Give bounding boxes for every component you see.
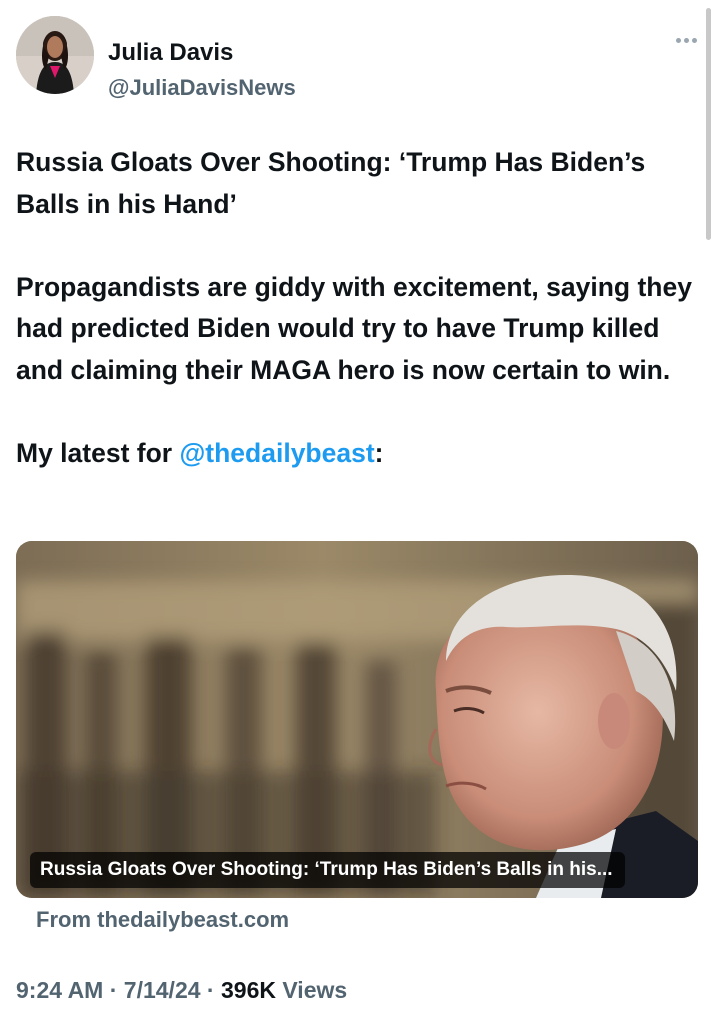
user-handle[interactable]: @JuliaDavisNews — [108, 74, 296, 102]
views-count: 396K — [221, 977, 276, 1003]
meta-separator: · — [200, 977, 221, 1003]
link-card[interactable]: Russia Gloats Over Shooting: ‘Trump Has … — [16, 541, 698, 898]
more-options-icon[interactable] — [669, 34, 697, 46]
scrollbar[interactable] — [706, 8, 711, 240]
dot-icon — [676, 37, 681, 43]
tweet-paragraph: Propagandists are giddy with excitement,… — [16, 271, 692, 385]
card-photo-icon — [16, 541, 698, 898]
dot-icon — [692, 37, 697, 43]
dot-icon — [684, 37, 689, 43]
tweet-meta: 9:24 AM · 7/14/24 · 396K Views — [16, 974, 347, 1006]
tweet-body: Russia Gloats Over Shooting: ‘Trump Has … — [16, 142, 696, 474]
display-name[interactable]: Julia Davis — [108, 38, 233, 68]
tweet-text-prefix: My latest for — [16, 437, 180, 468]
tweet-paragraph: Russia Gloats Over Shooting: ‘Trump Has … — [16, 147, 646, 219]
card-source-link[interactable]: From thedailybeast.com — [36, 905, 289, 935]
meta-separator: · — [103, 977, 124, 1003]
tweet-time[interactable]: 9:24 AM — [16, 977, 103, 1003]
avatar[interactable] — [16, 16, 94, 94]
profile-photo-icon — [16, 16, 94, 94]
tweet-paragraph: My latest for @thedailybeast: — [16, 433, 696, 475]
tweet-header: Julia Davis @JuliaDavisNews — [16, 16, 697, 100]
views-label: Views — [275, 977, 348, 1003]
card-title: Russia Gloats Over Shooting: ‘Trump Has … — [30, 852, 625, 888]
tweet-text-suffix: : — [374, 437, 384, 468]
mention-link[interactable]: @thedailybeast — [179, 438, 374, 468]
tweet-date[interactable]: 7/14/24 — [124, 977, 201, 1003]
